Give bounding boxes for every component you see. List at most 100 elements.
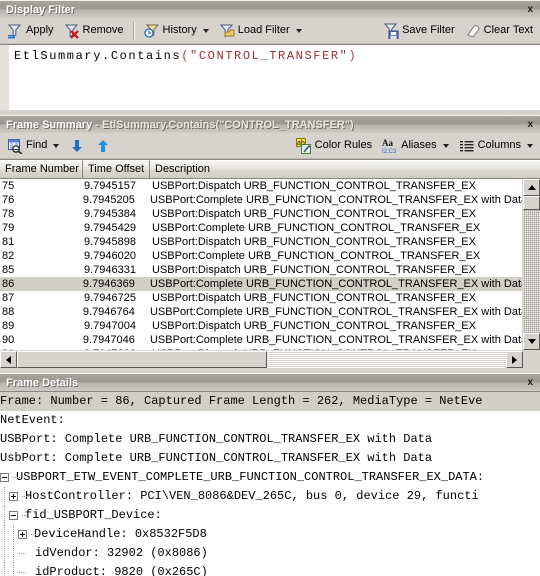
tree-collapse-icon[interactable] — [9, 511, 18, 520]
svg-text:I2:C3: I2:C3 — [382, 149, 397, 154]
table-row[interactable]: 75 9.7945157 USBPort:Dispatch URB_FUNCTION… — [0, 179, 522, 193]
cell-time-offset: 9.7946764 — [82, 306, 135, 318]
columns-chevron-down-icon[interactable] — [527, 143, 533, 148]
tree-row[interactable]: USBPort: Complete URB_FUNCTION_CONTROL_T… — [0, 430, 540, 449]
filter-expression-text: EtlSummary.Contains("CONTROL_TRANSFER") — [14, 49, 538, 63]
table-row[interactable]: 86 9.7946369 USBPort:Complete URB_FUNCTION… — [0, 277, 522, 291]
grid-vertical-scrollbar[interactable] — [522, 179, 540, 350]
netmon-window: Display Filter x Apply Remove History Lo… — [0, 0, 540, 576]
tree-guide-line — [0, 487, 9, 506]
find-next-button[interactable] — [64, 135, 90, 156]
tree-row[interactable]: NetEvent: — [0, 411, 540, 430]
cell-time-offset: 9.7946369 — [82, 278, 135, 290]
display-filter-close-icon[interactable]: x — [524, 4, 536, 15]
table-row[interactable]: 82 9.7946020 USBPort:Complete URB_FUNCTION… — [0, 249, 522, 263]
tree-expand-icon[interactable] — [9, 492, 18, 501]
frame-summary-close-icon[interactable]: x — [524, 119, 536, 130]
cell-frame-number: 79 — [2, 222, 15, 234]
cell-description: USBPort:Complete URB_FUNCTION_CONTROL_TR… — [152, 250, 481, 262]
frame-details-panel: Frame Details x Frame: Number = 86, Capt… — [0, 373, 540, 576]
history-button[interactable]: History — [139, 20, 214, 41]
save-filter-button[interactable]: Save Filter — [378, 20, 460, 41]
editor-gutter — [0, 45, 10, 110]
frame-details-tree[interactable]: Frame: Number = 86, Captured Frame Lengt… — [0, 391, 540, 576]
tree-row[interactable]: HostController: PCI\VEN_8086&DEV_265C, b… — [0, 487, 540, 506]
filter-token-identifier: EtlSummary.Contains — [14, 49, 182, 63]
scroll-up-button[interactable] — [523, 179, 540, 196]
load-filter-button[interactable]: Load Filter — [214, 20, 307, 41]
vertical-scroll-track[interactable] — [523, 210, 540, 333]
tree-row[interactable]: USBPORT_ETW_EVENT_COMPLETE_URB_FUNCTION_… — [0, 468, 540, 487]
cell-description: USBPort:Dispatch URB_FUNCTION_CONTROL_TR… — [152, 236, 476, 248]
columns-button[interactable]: Columns — [454, 135, 538, 156]
cell-description: USBPort:Dispatch URB_FUNCTION_CONTROL_TR… — [152, 264, 476, 276]
table-row[interactable]: 919.7947280USBPort:Dispatch URB_FUNCTION… — [0, 347, 522, 350]
horizontal-scroll-thumb[interactable] — [17, 351, 267, 368]
arrow-down-icon — [69, 138, 85, 154]
find-button[interactable]: Find — [2, 135, 64, 156]
grid-rows-container[interactable]: 75 9.7945157 USBPort:Dispatch URB_FUNCTION… — [0, 179, 522, 350]
table-row[interactable]: 88 9.7946764 USBPort:Complete URB_FUNCTION… — [0, 305, 522, 319]
tree-row[interactable]: DeviceHandle: 0x8532F5D8 — [0, 525, 540, 544]
cell-time-offset: 9.7945205 — [82, 194, 135, 206]
column-header-frame-number[interactable]: Frame Number — [0, 160, 83, 178]
frame-summary-title: Frame Summary - EtlSummary.Contains("CON… — [6, 119, 354, 131]
table-row[interactable]: 85 9.7946331 USBPort:Dispatch URB_FUNCTION… — [0, 263, 522, 277]
tree-row[interactable]: idVendor: 32902 (0x8086) — [0, 544, 540, 563]
load-filter-chevron-down-icon[interactable] — [295, 28, 302, 33]
tree-row[interactable]: UsbPort: Complete URB_FUNCTION_CONTROL_T… — [0, 449, 540, 468]
scroll-down-button[interactable] — [523, 333, 540, 350]
cell-description: USBPort:Complete URB_FUNCTION_CONTROL_TR… — [152, 222, 481, 234]
funnel-remove-icon — [64, 23, 80, 39]
tree-row[interactable]: fid_USBPORT_Device: — [0, 506, 540, 525]
table-row[interactable]: 90 9.7947046 USBPort:Complete URB_FUNCTION… — [0, 333, 522, 347]
apply-button[interactable]: Apply — [2, 20, 59, 41]
aliases-chevron-down-icon[interactable] — [442, 143, 449, 148]
color-rules-icon: ab — [295, 137, 312, 154]
aliases-button[interactable]: Aa I2:C3 Aliases — [377, 135, 453, 156]
tree-collapse-icon[interactable] — [0, 473, 9, 482]
cell-frame-number: 88 — [2, 306, 15, 318]
grid-horizontal-scrollbar[interactable] — [0, 350, 540, 368]
remove-button[interactable]: Remove — [59, 20, 129, 41]
grid-body: 75 9.7945157 USBPort:Dispatch URB_FUNCTION… — [0, 179, 540, 350]
column-header-description[interactable]: Description — [150, 160, 540, 178]
tree-stub — [12, 468, 21, 487]
color-rules-button[interactable]: ab Color Rules — [291, 135, 377, 156]
horizontal-scroll-track[interactable] — [267, 351, 506, 368]
frame-summary-grid: Frame Number Time Offset Description 75 9… — [0, 159, 540, 368]
filter-expression-editor[interactable]: EtlSummary.Contains("CONTROL_TRANSFER") — [0, 44, 540, 110]
cell-time-offset: 9.7946020 — [84, 250, 136, 262]
tree-guide-line — [9, 544, 18, 563]
vertical-scroll-thumb[interactable] — [523, 196, 540, 210]
table-row[interactable]: 79 9.7945429 USBPort:Complete URB_FUNCTION… — [0, 221, 522, 235]
tree-stub — [30, 525, 39, 544]
tree-guide-line — [9, 525, 18, 544]
filter-token-close-paren: ) — [348, 49, 358, 63]
tree-expand-icon[interactable] — [18, 530, 27, 539]
tree-guide-line — [0, 544, 9, 563]
table-row[interactable]: 78 9.7945384 USBPort:Dispatch URB_FUNCTION… — [0, 207, 522, 221]
table-row[interactable]: 89 9.7947004 USBPort:Dispatch URB_FUNCTION… — [0, 319, 522, 333]
tree-row[interactable]: idProduct: 9820 (0x265C) — [0, 563, 540, 576]
column-header-time-offset[interactable]: Time Offset — [83, 160, 150, 178]
table-row[interactable]: 87 9.7946725 USBPort:Dispatch URB_FUNCTION… — [0, 291, 522, 305]
scroll-down-arrow-icon — [527, 339, 536, 344]
find-chevron-down-icon[interactable] — [53, 143, 60, 148]
find-previous-button[interactable] — [90, 135, 116, 156]
filter-token-open-paren: ( — [181, 49, 191, 63]
funnel-folder-icon — [219, 23, 235, 39]
table-row[interactable]: 76 9.7945205 USBPort:Complete URB_FUNCTION… — [0, 193, 522, 207]
cell-time-offset: 9.7945157 — [84, 180, 136, 192]
scroll-right-button[interactable] — [506, 351, 523, 368]
cell-frame-number: 75 — [2, 180, 15, 192]
history-chevron-down-icon[interactable] — [202, 28, 209, 33]
cell-frame-number: 90 — [2, 334, 15, 346]
clear-text-button[interactable]: Clear Text — [460, 20, 538, 41]
frame-details-close-icon[interactable]: x — [524, 377, 536, 388]
cell-description: USBPort:Dispatch URB_FUNCTION_CONTROL_TR… — [152, 292, 476, 304]
filter-token-string: "CONTROL_TRANSFER" — [190, 49, 349, 63]
scroll-left-button[interactable] — [0, 351, 17, 368]
table-row[interactable]: 81 9.7945898 USBPort:Dispatch URB_FUNCTION… — [0, 235, 522, 249]
tree-row[interactable]: Frame: Number = 86, Captured Frame Lengt… — [0, 392, 540, 411]
